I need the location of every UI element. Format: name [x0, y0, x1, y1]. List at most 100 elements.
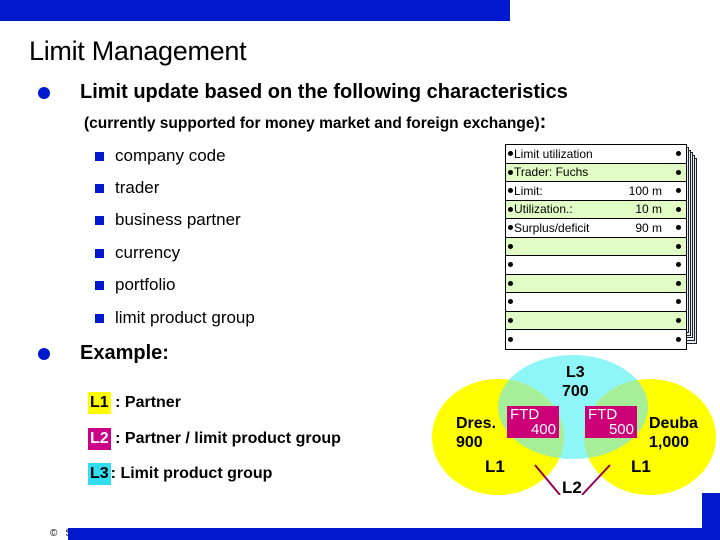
printout-row-left — [508, 262, 662, 268]
partner-name: Dres. — [456, 415, 497, 432]
printout-row — [506, 274, 686, 293]
printout-row — [506, 237, 686, 256]
punch-hole-icon — [508, 299, 513, 305]
deuba-label: Deuba 1,000 — [649, 414, 698, 452]
l3-amount: 700 — [562, 383, 589, 400]
printout-label: Limit utilization — [514, 146, 593, 161]
limit-utilization-printout: Limit utilization Trader: Fuchs Limit: 100 … — [505, 144, 687, 350]
printout-label: Limit: — [514, 183, 543, 198]
ftd-left-box: FTD 400 — [507, 406, 559, 438]
characteristic-item: currency — [95, 243, 180, 263]
printout-row-left: Limit utilization — [508, 147, 662, 161]
legend-row-l2: L2 : Partner / limit product group — [88, 428, 341, 450]
ftd-amount: 400 — [530, 421, 556, 438]
printout-label: Surplus/deficit — [514, 220, 590, 235]
printout-row: Limit utilization — [506, 145, 686, 164]
punch-hole-icon — [676, 243, 681, 249]
legend-text: : Partner — [110, 394, 181, 411]
punch-hole-icon — [676, 151, 681, 157]
footer-accent-bar — [68, 528, 720, 540]
printout-row — [506, 311, 686, 330]
legend-text: : Limit product group — [110, 465, 273, 482]
characteristic-item: company code — [95, 146, 226, 166]
printout-row-left — [508, 299, 662, 305]
punch-hole-icon — [508, 262, 513, 268]
printout-label: Utilization.: — [514, 202, 573, 217]
printout-row-left: Utilization.: — [508, 202, 635, 216]
punch-hole-icon — [508, 169, 513, 175]
legend-badge: L2 — [88, 428, 111, 450]
l2-label: L2 — [562, 478, 582, 497]
punch-hole-icon — [508, 206, 513, 212]
l1-left-label: L1 — [485, 457, 505, 476]
printout-row: Limit: 100 m — [506, 182, 686, 201]
printout-value: 100 m — [628, 183, 662, 198]
punch-hole-icon — [508, 188, 513, 194]
punch-hole-icon — [676, 169, 681, 175]
partner-name: Deuba — [649, 415, 698, 432]
footer-accent-corner — [702, 493, 720, 540]
characteristic-label: company code — [115, 146, 226, 165]
bullet-note: (currently supported for money market an… — [84, 111, 546, 134]
partner-amount: 1,000 — [649, 434, 690, 451]
partner-amount: 900 — [456, 434, 483, 451]
bullet-dot-icon — [38, 347, 50, 360]
printout-value: 90 m — [635, 220, 662, 235]
header-accent-bar — [0, 0, 510, 21]
characteristic-item: business partner — [95, 210, 241, 230]
square-bullet-icon — [95, 248, 104, 258]
legend-badge: L1 — [88, 392, 111, 414]
legend-row-l1: L1 : Partner — [88, 392, 181, 414]
copyright-icon: © — [50, 528, 58, 539]
note-text: (currently supported for money market an… — [84, 115, 540, 132]
bullet-example: Example: — [38, 342, 169, 365]
printout-row-left — [508, 280, 662, 286]
punch-hole-icon — [676, 225, 681, 231]
page-title: Limit Management — [29, 36, 247, 66]
characteristic-label: currency — [115, 243, 181, 262]
characteristic-item: limit product group — [95, 308, 255, 328]
square-bullet-icon — [95, 151, 104, 161]
characteristic-item: portfolio — [95, 275, 175, 295]
printout-row: Utilization.: 10 m — [506, 200, 686, 219]
punch-hole-icon — [508, 225, 513, 231]
punch-hole-icon — [676, 336, 681, 342]
printout-row: Trader: Fuchs — [506, 163, 686, 182]
ftd-right-box: FTD 500 — [585, 406, 637, 438]
characteristic-label: business partner — [115, 210, 241, 229]
printout-row — [506, 256, 686, 275]
l3-level: L3 — [566, 364, 585, 381]
dres-label: Dres. 900 — [456, 414, 496, 452]
printout-row-left — [508, 243, 662, 249]
punch-hole-icon — [508, 280, 513, 286]
legend-row-l3: L3 : Limit product group — [88, 463, 272, 485]
square-bullet-icon — [95, 280, 104, 290]
printout-row — [506, 293, 686, 312]
punch-hole-icon — [508, 151, 513, 157]
punch-hole-icon — [676, 280, 681, 286]
l1-right-label: L1 — [631, 457, 651, 476]
square-bullet-icon — [95, 183, 104, 193]
printout-row-left — [508, 317, 662, 323]
punch-hole-icon — [676, 188, 681, 194]
punch-hole-icon — [676, 206, 681, 212]
bullet-text: Example: — [80, 342, 169, 364]
printout-row-left: Surplus/deficit — [508, 221, 635, 235]
punch-hole-icon — [508, 317, 513, 323]
bullet-text: Limit update based on the following char… — [80, 81, 568, 103]
note-colon: : — [539, 111, 547, 133]
characteristic-label: limit product group — [115, 308, 255, 327]
punch-hole-icon — [508, 336, 513, 342]
characteristic-label: portfolio — [115, 275, 176, 294]
printout-row-left: Trader: Fuchs — [508, 165, 662, 179]
l3-label: L3 700 — [562, 363, 589, 401]
legend-badge: L3 — [88, 463, 111, 485]
bullet-dot-icon — [38, 86, 50, 99]
printout-label: Trader: Fuchs — [514, 165, 589, 180]
characteristic-item: trader — [95, 178, 159, 198]
bullet-limit-update: Limit update based on the following char… — [38, 81, 568, 104]
printout-row — [506, 330, 686, 349]
legend-text: : Partner / limit product group — [110, 430, 341, 447]
printout-row-left: Limit: — [508, 184, 629, 198]
punch-hole-icon — [676, 262, 681, 268]
